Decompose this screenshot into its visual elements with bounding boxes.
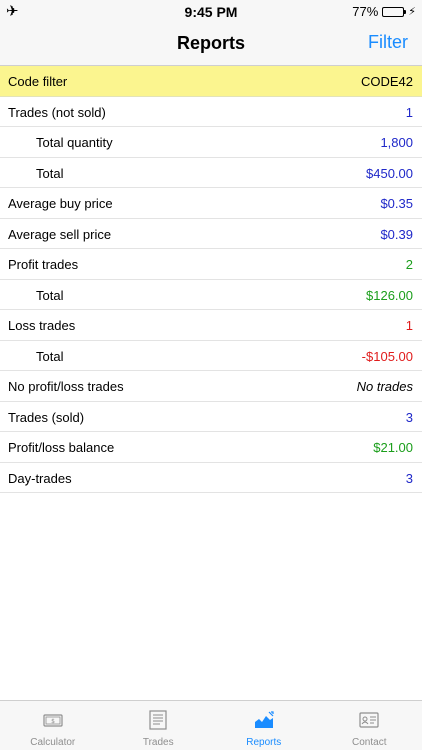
row-label: Total — [36, 287, 64, 303]
tab-trades[interactable]: Trades — [106, 701, 212, 750]
row-label: Total — [36, 348, 64, 364]
report-row-no-profit-loss-trades: No profit/loss trades No trades — [0, 371, 422, 402]
report-row-profit-loss-balance: Profit/loss balance $21.00 — [0, 432, 422, 463]
row-value: $0.35 — [380, 196, 413, 211]
row-value: 3 — [405, 470, 413, 486]
report-row-code-filter[interactable]: Code filter CODE42 — [0, 66, 422, 97]
row-label: Total — [36, 165, 64, 181]
row-value: $126.00 — [366, 287, 413, 303]
tab-bar: $ Calculator Trades Reports Contact — [0, 700, 422, 750]
svg-text:$: $ — [51, 718, 55, 725]
row-label: Profit/loss balance — [8, 440, 115, 455]
report-row-profit-trades: Profit trades 2 — [0, 249, 422, 280]
document-icon — [147, 710, 169, 730]
report-row-total: Total $126.00 — [0, 280, 422, 310]
filter-button[interactable]: Filter — [368, 32, 408, 53]
report-row-total: Total $450.00 — [0, 158, 422, 188]
report-row-average-buy-price: Average buy price $0.35 — [0, 188, 422, 219]
row-value: 1,800 — [380, 135, 413, 150]
row-value: 3 — [405, 409, 413, 425]
tab-contact[interactable]: Contact — [317, 701, 422, 750]
report-row-total: Total -$105.00 — [0, 341, 422, 371]
row-label: Average buy price — [8, 196, 113, 211]
navigation-bar: Reports Filter — [0, 22, 422, 66]
row-label: Code filter — [8, 74, 68, 89]
row-label: No profit/loss trades — [8, 379, 124, 394]
battery-percent: 77% — [352, 4, 379, 19]
row-value: No trades — [356, 379, 413, 394]
report-list: Code filter CODE42 Trades (not sold) 1 Total… — [0, 66, 422, 493]
row-value: $450.00 — [366, 165, 413, 181]
chart-icon — [253, 710, 275, 730]
page-title: Reports — [176, 33, 245, 53]
status-bar: ✈ 9:45 PM 77% ⚡ — [0, 0, 422, 22]
battery-indicator: 77% ⚡ — [352, 4, 416, 19]
row-label: Day-trades — [8, 470, 72, 486]
row-label: Trades (sold) — [8, 409, 85, 425]
report-row-loss-trades: Loss trades 1 — [0, 310, 422, 341]
contact-card-icon — [358, 710, 380, 730]
tab-label: Reports — [246, 737, 282, 748]
charging-bolt-icon: ⚡ — [408, 6, 416, 18]
tab-label: Trades — [142, 737, 174, 748]
row-label: Average sell price — [8, 226, 112, 242]
row-value: 2 — [405, 257, 413, 272]
battery-icon — [382, 6, 407, 17]
row-label: Trades (not sold) — [8, 104, 106, 120]
row-label: Total quantity — [36, 135, 113, 150]
report-row-trades-not-sold: Trades (not sold) 1 — [0, 97, 422, 127]
row-label: Loss trades — [8, 318, 76, 333]
row-value: 1 — [405, 104, 413, 120]
row-value: $0.39 — [380, 226, 413, 242]
report-row-day-trades: Day-trades 3 — [0, 463, 422, 493]
row-value: -$105.00 — [361, 348, 413, 364]
tab-reports[interactable]: Reports — [211, 701, 317, 750]
tab-label: Contact — [352, 737, 387, 748]
row-label: Profit trades — [8, 257, 79, 272]
report-row-average-sell-price: Average sell price $0.39 — [0, 219, 422, 249]
row-value: CODE42 — [360, 74, 413, 89]
tab-calculator[interactable]: $ Calculator — [0, 701, 106, 750]
tab-label: Calculator — [30, 737, 76, 748]
calculator-icon: $ — [42, 710, 64, 730]
row-value: $21.00 — [373, 440, 413, 455]
report-row-total-quantity: Total quantity 1,800 — [0, 127, 422, 158]
report-row-trades-sold: Trades (sold) 3 — [0, 402, 422, 432]
row-value: 1 — [405, 318, 413, 333]
